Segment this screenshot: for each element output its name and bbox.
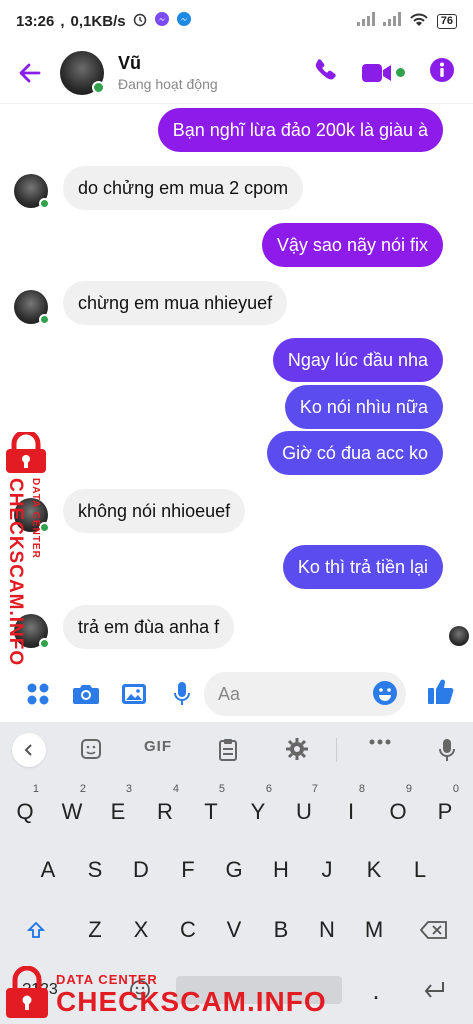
arrow-left-icon — [19, 63, 41, 82]
microphone-icon[interactable] — [158, 681, 206, 707]
message-bubble-in[interactable]: chừng em mua nhieyuef — [63, 281, 288, 325]
watermark-large-text: CHECKSCAM.INFO — [5, 478, 26, 667]
period-key[interactable]: . — [356, 970, 396, 1010]
status-bar: 13:26, 0,1KB/s 76 — [0, 0, 473, 42]
key-b[interactable]: B — [261, 910, 301, 950]
message-bubble-out[interactable]: Ngay lúc đầu nha — [272, 338, 443, 382]
signal-icon-2 — [382, 12, 401, 30]
keyboard-microphone-icon[interactable] — [438, 738, 456, 762]
shift-key[interactable] — [16, 910, 56, 950]
key-g[interactable]: G — [214, 850, 254, 890]
key-n[interactable]: N — [307, 910, 347, 950]
signal-icon — [356, 12, 375, 30]
key-f[interactable]: F — [168, 850, 208, 890]
message-bubble-out[interactable]: Ko thì trả tiền lại — [282, 545, 443, 589]
enter-icon — [424, 982, 444, 998]
emoji-icon[interactable] — [372, 680, 398, 711]
contact-info[interactable]: Vũ Đang hoạt động — [118, 53, 218, 92]
contact-mini-avatar — [14, 290, 50, 325]
key-y[interactable]: Y6 — [238, 784, 278, 832]
messenger-notification-icon-2 — [176, 11, 192, 31]
enter-key[interactable] — [414, 970, 454, 1010]
key-p[interactable]: P0 — [425, 784, 465, 832]
message-bubble-out[interactable]: Vậy sao nãy nói fix — [261, 223, 443, 267]
key-x[interactable]: X — [121, 910, 161, 950]
conversation-header: Vũ Đang hoạt động — [0, 42, 473, 104]
status-speed: 0,1KB/s — [70, 12, 126, 30]
key-s[interactable]: S — [75, 850, 115, 890]
gif-button[interactable]: GIF — [144, 738, 172, 755]
clipboard-icon[interactable] — [218, 738, 238, 762]
watermark-vertical: CHECKSCAM.INFO DATA CENTER — [2, 478, 41, 666]
key-w[interactable]: W2 — [52, 784, 92, 832]
lock-logo-icon — [2, 429, 50, 479]
contact-status: Đang hoạt động — [118, 76, 218, 92]
seen-avatar — [449, 626, 469, 646]
message-list[interactable]: Bạn nghĩ lừa đảo 200k là giàu à do chửng… — [0, 104, 473, 666]
key-z[interactable]: Z — [75, 910, 115, 950]
key-k[interactable]: K — [354, 850, 394, 890]
message-bubble-out[interactable]: Ko nói nhìu nữa — [284, 385, 443, 429]
watermark-bottom: DATA CENTER CHECKSCAM.INFO — [56, 972, 327, 1017]
key-o[interactable]: O9 — [378, 784, 418, 832]
key-r[interactable]: R4 — [145, 784, 185, 832]
phone-icon[interactable] — [312, 57, 338, 88]
keyboard-toolbar: GIF — [0, 722, 473, 778]
lock-logo-icon-bottom — [4, 965, 50, 1024]
message-bubble-out[interactable]: Bạn nghĩ lừa đảo 200k là giàu à — [157, 108, 443, 152]
shift-icon — [26, 921, 46, 938]
key-c[interactable]: C — [168, 910, 208, 950]
key-l[interactable]: L — [400, 850, 440, 890]
camera-icon[interactable] — [62, 682, 110, 706]
watermark-bottom-small: DATA CENTER — [56, 972, 158, 987]
key-a[interactable]: A — [28, 850, 68, 890]
key-i[interactable]: I8 — [331, 784, 371, 832]
message-input-placeholder: Aa — [218, 683, 241, 704]
thumbs-up-icon[interactable] — [426, 676, 456, 711]
chevron-left-icon[interactable] — [12, 733, 46, 767]
video-camera-icon[interactable] — [362, 62, 405, 84]
video-online-dot — [396, 68, 405, 77]
messenger-notification-icon — [154, 11, 170, 31]
alarm-icon — [132, 11, 148, 31]
key-j[interactable]: J — [307, 850, 347, 890]
wifi-icon — [409, 12, 429, 31]
message-bubble-in[interactable]: trả em đùa anha f — [63, 605, 235, 649]
key-m[interactable]: M — [354, 910, 394, 950]
key-d[interactable]: D — [121, 850, 161, 890]
message-bubble-in[interactable]: không nói nhioeuef — [63, 489, 246, 533]
backspace-key[interactable] — [414, 910, 454, 950]
back-button[interactable] — [0, 60, 60, 86]
watermark-small-text: DATA CENTER — [30, 478, 41, 559]
sticker-icon[interactable] — [80, 738, 102, 760]
message-input[interactable]: Aa — [204, 672, 406, 716]
message-bubble-in[interactable]: do chửng em mua 2 cpom — [63, 166, 304, 210]
info-icon[interactable] — [429, 57, 455, 88]
backspace-icon — [419, 921, 447, 939]
key-t[interactable]: T5 — [191, 784, 231, 832]
key-e[interactable]: E3 — [98, 784, 138, 832]
more-icon[interactable] — [368, 738, 392, 746]
toolbar-divider — [336, 738, 337, 762]
battery-icon: 76 — [436, 13, 457, 29]
contact-avatar[interactable] — [60, 50, 105, 95]
message-bubble-out[interactable]: Giờ có đua acc ko — [267, 431, 443, 475]
gear-icon[interactable] — [286, 738, 308, 760]
online-indicator — [92, 80, 105, 94]
status-time: 13:26 — [16, 12, 55, 30]
watermark-bottom-large: CHECKSCAM.INFO — [56, 986, 327, 1017]
key-h[interactable]: H — [261, 850, 301, 890]
image-icon[interactable] — [110, 682, 158, 706]
key-q[interactable]: Q1 — [5, 784, 45, 832]
contact-mini-avatar — [14, 174, 50, 209]
grid-icon[interactable] — [14, 682, 62, 706]
key-u[interactable]: U7 — [284, 784, 324, 832]
key-v[interactable]: V — [214, 910, 254, 950]
contact-name: Vũ — [118, 53, 142, 73]
